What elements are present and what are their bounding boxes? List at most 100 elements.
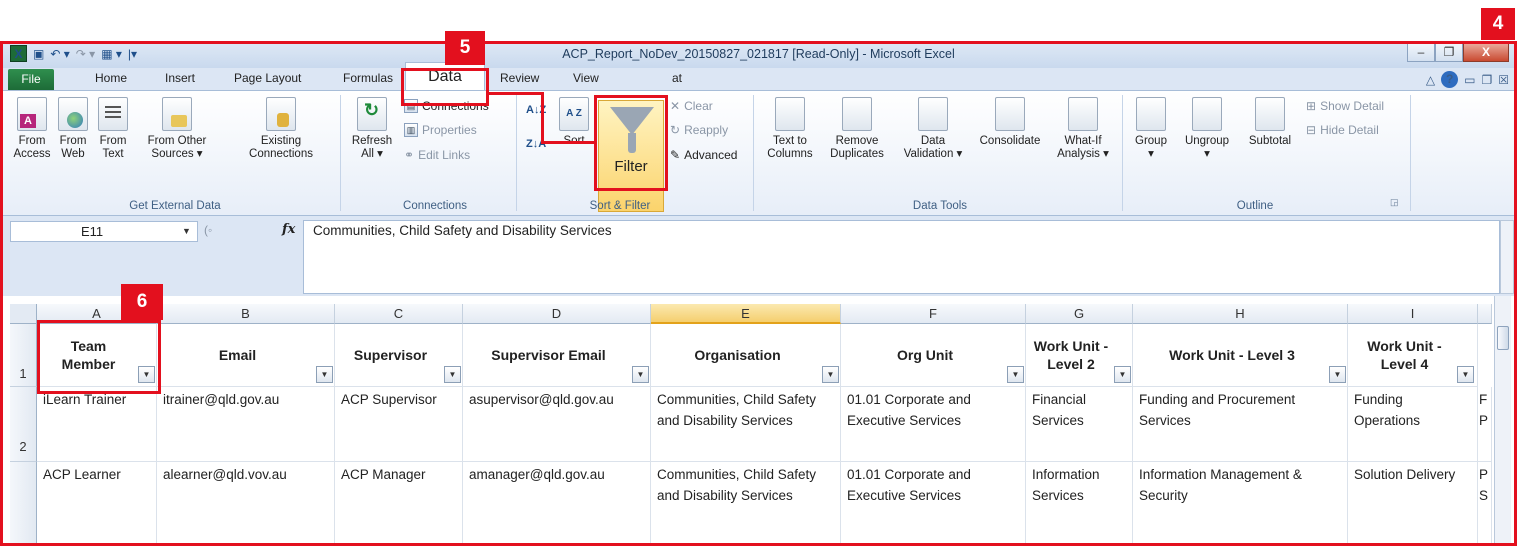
refresh-icon bbox=[357, 97, 387, 131]
header-cell-supervisor-email[interactable]: Supervisor Email bbox=[463, 324, 651, 387]
tab-file[interactable]: File bbox=[8, 69, 54, 90]
outline-dialog-launcher-icon[interactable]: ◲ bbox=[1390, 193, 1399, 211]
header-cell-email[interactable]: Email bbox=[157, 324, 335, 387]
clear-icon: ✕ bbox=[670, 99, 681, 113]
cell-c2[interactable]: ACP Supervisor bbox=[335, 387, 463, 462]
column-header-f[interactable]: F bbox=[841, 304, 1026, 324]
hide-detail-button[interactable]: ⊟ Hide Detail bbox=[1306, 121, 1379, 139]
from-text-button[interactable]: From Text bbox=[95, 97, 131, 161]
access-icon bbox=[17, 97, 47, 131]
cell-j3[interactable]: P S bbox=[1478, 462, 1492, 544]
cell-h2[interactable]: Funding and Procurement Services bbox=[1133, 387, 1348, 462]
row-header-1[interactable]: 1 bbox=[10, 324, 37, 387]
reapply-button[interactable]: ↻ Reapply bbox=[670, 121, 728, 139]
filter-dropdown-icon[interactable]: ▼ bbox=[444, 366, 461, 383]
select-all-corner[interactable] bbox=[10, 304, 37, 324]
from-other-sources-button[interactable]: From Other Sources ▾ bbox=[134, 97, 220, 161]
cell-c3[interactable]: ACP Manager bbox=[335, 462, 463, 544]
help-icon[interactable]: ? bbox=[1441, 71, 1459, 88]
filter-dropdown-icon[interactable]: ▼ bbox=[1329, 366, 1346, 383]
cell-b3[interactable]: alearner@qld.vov.au bbox=[157, 462, 335, 544]
vertical-scrollbar[interactable] bbox=[1494, 296, 1511, 544]
row-header-2[interactable]: 2 bbox=[10, 387, 37, 462]
tab-view[interactable]: View bbox=[573, 71, 599, 85]
data-validation-button[interactable]: Data Validation ▾ bbox=[895, 97, 971, 161]
minimize-button[interactable]: – bbox=[1407, 43, 1435, 62]
tab-review[interactable]: Review bbox=[500, 71, 539, 85]
group-button[interactable]: Group ▾ bbox=[1128, 97, 1174, 161]
scrollbar-thumb[interactable] bbox=[1497, 326, 1509, 350]
cell-e2[interactable]: Communities, Child Safety and Disability… bbox=[651, 387, 841, 462]
column-header-h[interactable]: H bbox=[1133, 304, 1348, 324]
close-workbook-icon[interactable]: ☒ bbox=[1498, 73, 1509, 87]
cell-g3[interactable]: Information Services bbox=[1026, 462, 1133, 544]
filter-active-icon[interactable]: ▼ bbox=[138, 366, 155, 383]
column-header-g[interactable]: G bbox=[1026, 304, 1133, 324]
advanced-filter-button[interactable]: ✎ Advanced bbox=[670, 146, 737, 164]
consolidate-button[interactable]: Consolidate bbox=[972, 97, 1048, 148]
formula-input[interactable]: Communities, Child Safety and Disability… bbox=[303, 220, 1500, 294]
restore-workbook-icon[interactable]: ❐ bbox=[1481, 73, 1492, 87]
row-header-3[interactable] bbox=[10, 462, 37, 544]
filter-button[interactable]: Filter bbox=[598, 100, 664, 212]
cell-f3[interactable]: 01.01 Corporate and Executive Services bbox=[841, 462, 1026, 544]
header-cell-org-unit[interactable]: Org Unit bbox=[841, 324, 1026, 387]
tab-formulas[interactable]: Formulas bbox=[343, 71, 393, 85]
tab-page-layout[interactable]: Page Layout bbox=[234, 71, 301, 85]
collapse-ribbon-icon[interactable]: △ bbox=[1426, 73, 1435, 87]
tab-home[interactable]: Home bbox=[95, 71, 127, 85]
ungroup-button[interactable]: Ungroup ▾ bbox=[1176, 97, 1238, 161]
cell-g2[interactable]: Financial Services bbox=[1026, 387, 1133, 462]
filter-dropdown-icon[interactable]: ▼ bbox=[316, 366, 333, 383]
cell-a3[interactable]: ACP Learner bbox=[37, 462, 157, 544]
refresh-all-button[interactable]: Refresh All ▾ bbox=[347, 97, 397, 161]
filter-dropdown-icon[interactable]: ▼ bbox=[1114, 366, 1131, 383]
filter-dropdown-icon[interactable]: ▼ bbox=[1457, 366, 1474, 383]
filter-dropdown-icon[interactable]: ▼ bbox=[1007, 366, 1024, 383]
cell-b2[interactable]: itrainer@qld.gov.au bbox=[157, 387, 335, 462]
tab-insert[interactable]: Insert bbox=[165, 71, 195, 85]
name-box[interactable]: E11 bbox=[10, 221, 198, 242]
edit-links-button[interactable]: ⚭ Edit Links bbox=[404, 146, 470, 164]
close-button[interactable]: X bbox=[1463, 43, 1509, 62]
connections-button[interactable]: ▤ Connections bbox=[404, 97, 489, 115]
minimize-workbook-icon[interactable]: ▭ bbox=[1464, 73, 1475, 87]
cell-i2[interactable]: Funding Operations bbox=[1348, 387, 1478, 462]
from-web-button[interactable]: From Web bbox=[55, 97, 91, 161]
properties-button[interactable]: ▥ Properties bbox=[404, 121, 477, 139]
column-header-b[interactable]: B bbox=[157, 304, 335, 324]
column-header-d[interactable]: D bbox=[463, 304, 651, 324]
tab-data[interactable]: Data bbox=[405, 62, 485, 92]
cell-a2[interactable]: iLearn Trainer bbox=[37, 387, 157, 462]
filter-dropdown-icon[interactable]: ▼ bbox=[822, 366, 839, 383]
cell-e3[interactable]: Communities, Child Safety and Disability… bbox=[651, 462, 841, 544]
insert-function-icon[interactable]: fx bbox=[282, 222, 295, 237]
cell-h3[interactable]: Information Management & Security bbox=[1133, 462, 1348, 544]
clear-filter-button[interactable]: ✕ Clear bbox=[670, 97, 713, 115]
formula-cancel-icon[interactable]: (◦ bbox=[204, 223, 212, 237]
cell-d2[interactable]: asupervisor@qld.gov.au bbox=[463, 387, 651, 462]
what-if-analysis-button[interactable]: What-If Analysis ▾ bbox=[1050, 97, 1116, 161]
restore-button[interactable]: ❐ bbox=[1435, 43, 1463, 62]
ribbon-tabs: File Home Insert Page Layout Formulas Da… bbox=[0, 62, 1517, 92]
cell-d3[interactable]: amanager@qld.gov.au bbox=[463, 462, 651, 544]
tab-format[interactable]: at bbox=[672, 71, 682, 85]
column-header-e[interactable]: E bbox=[651, 304, 841, 324]
remove-duplicates-button[interactable]: Remove Duplicates bbox=[822, 97, 892, 161]
cell-f2[interactable]: 01.01 Corporate and Executive Services bbox=[841, 387, 1026, 462]
cell-i3[interactable]: Solution Delivery bbox=[1348, 462, 1478, 544]
from-access-button[interactable]: From Access bbox=[12, 97, 52, 161]
cell-j2[interactable]: F P bbox=[1478, 387, 1492, 462]
text-to-columns-button[interactable]: Text to Columns bbox=[760, 97, 820, 161]
filter-dropdown-icon[interactable]: ▼ bbox=[632, 366, 649, 383]
header-cell-work-unit-level-3[interactable]: Work Unit - Level 3 bbox=[1133, 324, 1348, 387]
header-cell-organisation[interactable]: Organisation bbox=[651, 324, 841, 387]
existing-connections-button[interactable]: Existing Connections bbox=[225, 97, 337, 161]
formula-bar-scrollbar[interactable] bbox=[1500, 220, 1514, 294]
name-box-dropdown-icon[interactable]: ▼ bbox=[182, 226, 191, 236]
column-header-i[interactable]: I bbox=[1348, 304, 1478, 324]
subtotal-button[interactable]: Subtotal bbox=[1240, 97, 1300, 148]
column-header-partial[interactable] bbox=[1478, 304, 1492, 324]
column-header-c[interactable]: C bbox=[335, 304, 463, 324]
show-detail-button[interactable]: ⊞ Show Detail bbox=[1306, 97, 1384, 115]
